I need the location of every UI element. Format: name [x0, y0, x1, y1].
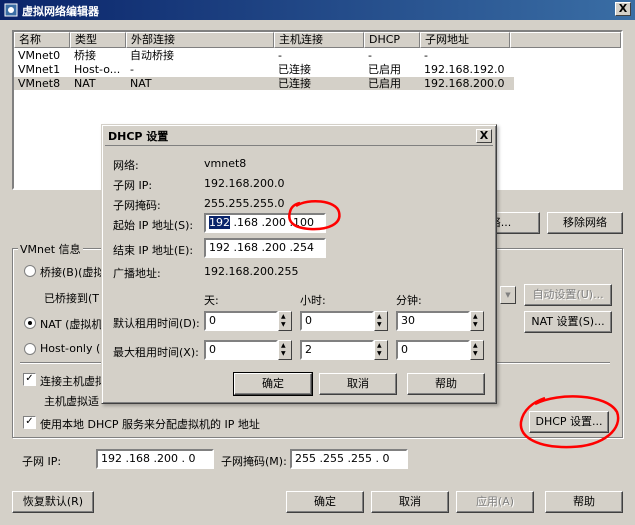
hours-header: 小时: — [300, 294, 326, 307]
table-cell: - — [278, 49, 282, 62]
nat-radio[interactable] — [24, 317, 36, 329]
spinner-icon[interactable]: ▲ ▼ — [374, 340, 388, 360]
subnet-mask-input[interactable]: 255 .255 .255 . 0 — [290, 449, 408, 469]
dhcp-help-button[interactable]: 帮助 — [407, 373, 485, 395]
dhcp-subnet-mask-value: 255.255.255.0 — [204, 197, 285, 210]
broadcast-label: 广播地址: — [113, 267, 161, 280]
apply-button[interactable]: 应用(A) — [456, 491, 534, 513]
table-cell: - — [130, 63, 134, 76]
start-ip-first-octet: 192 — [209, 216, 230, 229]
dhcp-ok-button[interactable]: 确定 — [233, 372, 313, 396]
start-ip-input[interactable]: 192 .168 .200 .100 — [204, 213, 326, 233]
dhcp-dialog-close-button[interactable]: X — [476, 129, 492, 143]
col-header-filler — [510, 32, 621, 48]
table-cell: VMnet0 — [18, 49, 61, 62]
table-cell: VMnet8 — [18, 77, 61, 90]
default-lease-minutes-input[interactable]: 30 — [396, 311, 470, 331]
remove-network-button[interactable]: 移除网络 — [547, 212, 623, 234]
connect-host-label[interactable]: 连接主机虚拟 — [40, 373, 106, 389]
col-header-name[interactable]: 名称 — [14, 32, 70, 48]
table-cell: 192.168.200.0 — [424, 77, 505, 90]
window-title-bar: 虚拟网络编辑器 X — [0, 0, 635, 20]
nat-radio-label[interactable]: NAT (虚拟机 — [40, 316, 102, 332]
host-adapter-label: 主机虚拟适 — [44, 395, 99, 408]
table-row[interactable]: VMnet1 Host-o... - 已连接 已启用 192.168.192.0 — [14, 63, 514, 76]
table-row-selected[interactable]: VMnet8 NAT NAT 已连接 已启用 192.168.200.0 — [14, 77, 514, 90]
list-header: 名称 类型 外部连接 主机连接 DHCP 子网地址 — [14, 32, 621, 48]
connect-host-checkbox[interactable]: ✓ — [23, 373, 36, 386]
use-dhcp-checkbox[interactable]: ✓ — [23, 416, 36, 429]
table-cell: 已启用 — [368, 63, 401, 76]
default-lease-days-input[interactable]: 0 — [204, 311, 278, 331]
subnet-mask-label: 子网掩码(M): — [221, 455, 287, 468]
bridged-to-label: 已桥接到(T — [44, 292, 100, 305]
network-label: 网络: — [113, 159, 139, 172]
dhcp-settings-button[interactable]: DHCP 设置... — [529, 411, 609, 433]
cancel-button[interactable]: 取消 — [371, 491, 449, 513]
window-title: 虚拟网络编辑器 — [22, 5, 99, 18]
end-ip-input[interactable]: 192 .168 .200 .254 — [204, 238, 326, 258]
hostonly-radio[interactable] — [24, 343, 36, 355]
table-cell: 桥接 — [74, 49, 96, 62]
table-row[interactable]: VMnet0 桥接 自动桥接 - - - — [14, 49, 514, 62]
max-lease-days-input[interactable]: 0 — [204, 340, 278, 360]
col-header-external[interactable]: 外部连接 — [126, 32, 274, 48]
table-cell: NAT — [74, 77, 96, 90]
use-dhcp-label[interactable]: 使用本地 DHCP 服务来分配虚拟机的 IP 地址 — [40, 416, 260, 432]
bridge-radio[interactable] — [24, 265, 36, 277]
col-header-dhcp[interactable]: DHCP — [364, 32, 420, 48]
dhcp-subnet-mask-label: 子网掩码: — [113, 199, 161, 212]
table-cell: NAT — [130, 77, 152, 90]
minutes-header: 分钟: — [396, 294, 422, 307]
days-header: 天: — [204, 294, 219, 307]
network-value: vmnet8 — [204, 157, 247, 170]
spinner-icon[interactable]: ▲ ▼ — [374, 311, 388, 331]
help-button[interactable]: 帮助 — [545, 491, 623, 513]
spinner-icon[interactable]: ▲ ▼ — [278, 311, 292, 331]
col-header-subnet[interactable]: 子网地址 — [420, 32, 510, 48]
dhcp-subnet-ip-value: 192.168.200.0 — [204, 177, 285, 190]
ok-button[interactable]: 确定 — [286, 491, 364, 513]
default-lease-label: 默认租用时间(D): — [113, 317, 200, 330]
max-lease-label: 最大租用时间(X): — [113, 346, 199, 359]
start-ip-middle-octets: .168 .200 — [230, 216, 290, 229]
bridge-radio-label[interactable]: 桥接(B)(虚拟 — [40, 264, 104, 280]
end-ip-label: 结束 IP 地址(E): — [113, 244, 194, 257]
window-close-button[interactable]: X — [615, 2, 631, 16]
dhcp-subnet-ip-label: 子网 IP: — [113, 179, 153, 192]
dhcp-settings-dialog: DHCP 设置 X 网络: vmnet8 子网 IP: 192.168.200.… — [101, 124, 497, 404]
table-cell: VMnet1 — [18, 63, 61, 76]
hostonly-radio-label[interactable]: Host-only ( — [40, 342, 100, 355]
start-ip-last-octet: .100 — [289, 216, 314, 229]
max-lease-hours-input[interactable]: 2 — [300, 340, 374, 360]
nat-settings-button[interactable]: NAT 设置(S)... — [524, 311, 612, 333]
max-lease-minutes-input[interactable]: 0 — [396, 340, 470, 360]
dhcp-dialog-title: DHCP 设置 — [105, 128, 493, 146]
start-ip-label: 起始 IP 地址(S): — [113, 219, 194, 232]
spinner-icon[interactable]: ▲ ▼ — [278, 340, 292, 360]
default-lease-hours-input[interactable]: 0 — [300, 311, 374, 331]
spinner-icon[interactable]: ▲ ▼ — [470, 311, 484, 331]
subnet-ip-input[interactable]: 192 .168 .200 . 0 — [96, 449, 214, 469]
network-editor-icon — [4, 3, 18, 17]
table-cell: 192.168.192.0 — [424, 63, 505, 76]
table-cell: - — [424, 49, 428, 62]
table-cell: Host-o... — [74, 63, 121, 76]
col-header-host[interactable]: 主机连接 — [274, 32, 364, 48]
col-header-type[interactable]: 类型 — [70, 32, 126, 48]
table-cell: 已启用 — [368, 77, 401, 90]
broadcast-value: 192.168.200.255 — [204, 265, 299, 278]
table-cell: 已连接 — [278, 63, 311, 76]
table-cell: 自动桥接 — [130, 49, 174, 62]
chevron-down-icon[interactable]: ▼ — [500, 286, 516, 304]
dhcp-cancel-button[interactable]: 取消 — [319, 373, 397, 395]
restore-defaults-button[interactable]: 恢复默认(R) — [12, 491, 94, 513]
subnet-ip-label: 子网 IP: — [22, 455, 62, 468]
spinner-icon[interactable]: ▲ ▼ — [470, 340, 484, 360]
auto-settings-button[interactable]: 自动设置(U)... — [524, 284, 612, 306]
table-cell: 已连接 — [278, 77, 311, 90]
table-cell: - — [368, 49, 372, 62]
group-title: VMnet 信息 — [18, 241, 83, 257]
